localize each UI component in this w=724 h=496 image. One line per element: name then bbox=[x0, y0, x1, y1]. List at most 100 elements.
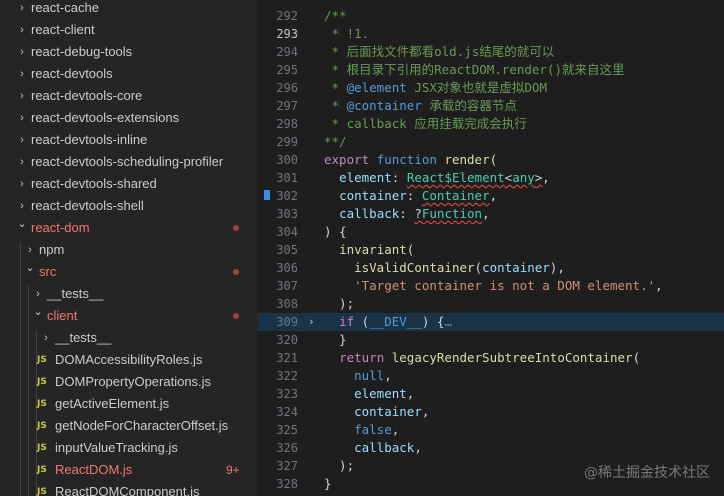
tree-file[interactable]: JS ReactDOM.js 9+ bbox=[0, 459, 258, 481]
tree-item-label: react-dom bbox=[31, 220, 90, 235]
code-token: ? bbox=[414, 206, 422, 221]
tree-item-label: __tests__ bbox=[47, 286, 104, 301]
tree-folder[interactable]: › react-cache bbox=[0, 0, 258, 19]
code-line[interactable]: 303 callback: ?Function, bbox=[258, 205, 724, 223]
code-editor[interactable]: 292/** 293 * !1. 294 * 后面找文件都看old.js结尾的就可以… bbox=[258, 0, 724, 496]
tree-file[interactable]: JS DOMAccessibilityRoles.js bbox=[0, 349, 258, 371]
code-line[interactable]: 302 container: Container, bbox=[258, 187, 724, 205]
js-file-icon: JS bbox=[37, 377, 47, 387]
code-token: 承载的容器节点 bbox=[421, 98, 517, 113]
code-line[interactable]: 305 invariant( bbox=[258, 241, 724, 259]
problems-badge: 9+ bbox=[226, 463, 240, 477]
code-line[interactable]: 309 › if (__DEV__) {… bbox=[258, 313, 724, 331]
code-line[interactable]: 299 **/ bbox=[258, 133, 724, 151]
tree-folder[interactable]: ⌄ client bbox=[0, 305, 258, 327]
file-explorer: › react-cache › react-client › react-debug-to… bbox=[0, 0, 258, 496]
code-line[interactable]: 301 element: React$Element<any>, bbox=[258, 169, 724, 187]
tree-file[interactable]: JS DOMPropertyOperations.js bbox=[0, 371, 258, 393]
code-line[interactable]: 323 element, bbox=[258, 385, 724, 403]
line-number: 306 bbox=[276, 261, 298, 275]
watermark: @稀土掘金技术社区 bbox=[584, 465, 710, 481]
tree-folder[interactable]: › react-client bbox=[0, 19, 258, 41]
modified-indicator bbox=[233, 269, 239, 275]
code-line[interactable]: 326 callback, bbox=[258, 439, 724, 457]
code-line[interactable]: 292 /** bbox=[258, 7, 724, 25]
tree-folder[interactable]: › react-devtools-scheduling-profiler bbox=[0, 151, 258, 173]
fold-chevron-icon[interactable]: › bbox=[308, 313, 315, 331]
code-token: ), bbox=[549, 260, 565, 275]
line-number: 308 bbox=[276, 297, 298, 311]
chevron-down-icon: ⌄ bbox=[17, 218, 27, 230]
tree-folder[interactable]: ⌄ src bbox=[0, 261, 258, 283]
code-line[interactable]: 294 * 后面找文件都看old.js结尾的就可以 bbox=[258, 43, 724, 61]
line-number: 295 bbox=[276, 63, 298, 77]
code-line[interactable]: 297 * @container 承载的容器节点 bbox=[258, 97, 724, 115]
tree-folder[interactable]: › react-devtools bbox=[0, 63, 258, 85]
code-token: , bbox=[406, 386, 415, 401]
code-text: * @container 承载的容器节点 bbox=[324, 97, 517, 115]
code-token: element bbox=[354, 386, 407, 401]
code-line[interactable]: 298 * callback 应用挂载完成会执行 bbox=[258, 115, 724, 133]
code-token: return bbox=[339, 350, 385, 365]
code-token: , bbox=[391, 422, 400, 437]
code-line[interactable]: 296 * @element JSX对象也就是虚拟DOM bbox=[258, 79, 724, 97]
tree-folder[interactable]: › react-devtools-extensions bbox=[0, 107, 258, 129]
code-line[interactable]: 293 * !1. bbox=[258, 25, 724, 43]
line-number: 305 bbox=[276, 243, 298, 257]
tree-folder[interactable]: › __tests__ bbox=[0, 327, 258, 349]
tree-item-label: DOMPropertyOperations.js bbox=[55, 374, 212, 389]
code-line[interactable]: 321 return legacyRenderSubtreeIntoContai… bbox=[258, 349, 724, 367]
line-number: 293 bbox=[276, 27, 298, 41]
tree-folder[interactable]: › npm bbox=[0, 239, 258, 261]
tree-file[interactable]: JS getActiveElement.js bbox=[0, 393, 258, 415]
code-token: __DEV__ bbox=[369, 314, 422, 329]
code-line[interactable]: 304) { bbox=[258, 223, 724, 241]
tree-item-label: react-devtools-scheduling-profiler bbox=[31, 154, 224, 169]
code-line[interactable]: 306 isValidContainer(container), bbox=[258, 259, 724, 277]
code-line[interactable]: 320 } bbox=[258, 331, 724, 349]
tree-file[interactable]: JS inputValueTracking.js bbox=[0, 437, 258, 459]
tree-folder[interactable]: › react-devtools-inline bbox=[0, 129, 258, 151]
code-token: ( bbox=[406, 242, 415, 257]
line-number: 324 bbox=[276, 405, 298, 419]
chevron-down-icon: ⌄ bbox=[25, 262, 35, 274]
tree-folder[interactable]: › react-devtools-core bbox=[0, 85, 258, 107]
code-line[interactable]: 295 * 根目录下引用的ReactDOM.render()就来自这里 bbox=[258, 61, 724, 79]
line-number: 322 bbox=[276, 369, 298, 383]
line-number: 328 bbox=[276, 477, 298, 491]
tree-folder[interactable]: ⌄ react-dom bbox=[0, 217, 258, 239]
code-token: , bbox=[384, 368, 392, 383]
code-line[interactable]: 324 container, bbox=[258, 403, 724, 421]
code-line[interactable]: 308 ); bbox=[258, 295, 724, 313]
line-number: 327 bbox=[276, 459, 298, 473]
code-line[interactable]: 307 'Target container is not a DOM eleme… bbox=[258, 277, 724, 295]
tree-folder[interactable]: › react-devtools-shared bbox=[0, 173, 258, 195]
code-line[interactable]: 322 null, bbox=[258, 367, 724, 385]
js-file-icon: JS bbox=[37, 355, 47, 365]
code-token: ) { bbox=[421, 314, 445, 329]
js-file-icon: JS bbox=[37, 399, 47, 409]
code-line[interactable]: 325 false, bbox=[258, 421, 724, 439]
chevron-right-icon: › bbox=[20, 112, 24, 124]
tree-folder[interactable]: › react-debug-tools bbox=[0, 41, 258, 63]
code-text: } bbox=[324, 331, 347, 349]
code-text: * callback 应用挂载完成会执行 bbox=[324, 115, 527, 133]
line-number: 309 bbox=[276, 315, 298, 329]
tree-item-label: src bbox=[39, 264, 57, 279]
tree-item-label: __tests__ bbox=[55, 330, 112, 345]
code-line[interactable]: 300 export function render( bbox=[258, 151, 724, 169]
tree-file[interactable]: JS getNodeForCharacterOffset.js bbox=[0, 415, 258, 437]
tree-folder[interactable]: › react-devtools-shell bbox=[0, 195, 258, 217]
line-number: 300 bbox=[276, 153, 298, 167]
code-token: , bbox=[655, 278, 663, 293]
js-file-icon: JS bbox=[37, 487, 47, 496]
tree-file[interactable]: JS ReactDOMComponent.js bbox=[0, 481, 258, 496]
code-text: ) { bbox=[324, 223, 347, 241]
